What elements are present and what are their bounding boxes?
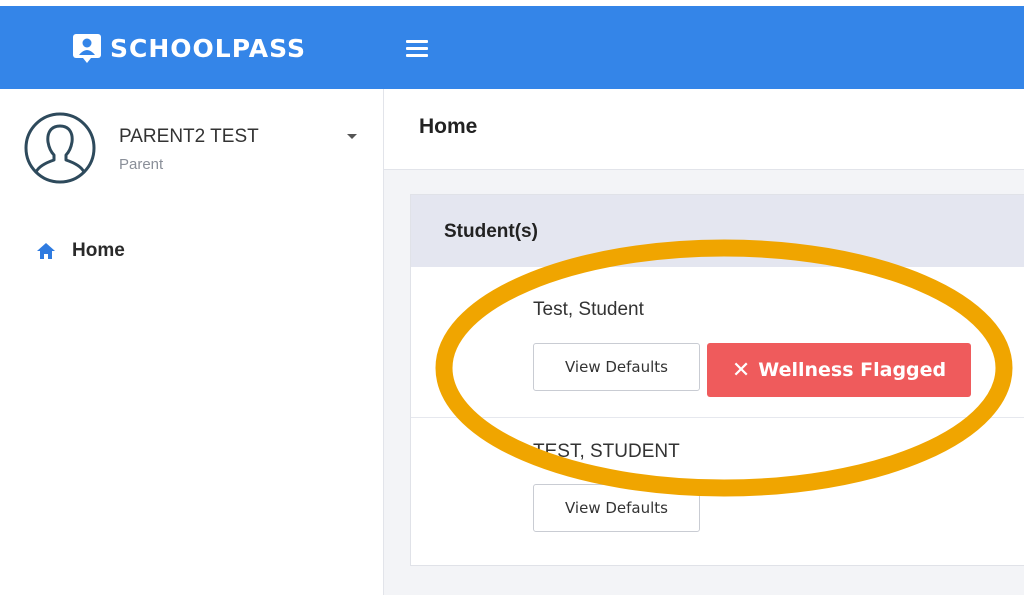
sidebar-item-label: Home: [72, 240, 125, 261]
card-header: Student(s): [411, 195, 1024, 267]
page-title: Home: [419, 115, 478, 138]
student-row: TEST, STUDENT View Defaults: [411, 417, 1024, 567]
user-menu-caret-icon[interactable]: [347, 134, 357, 139]
user-name: PARENT2 TEST: [119, 126, 259, 147]
view-defaults-button[interactable]: View Defaults: [533, 484, 700, 532]
view-defaults-button[interactable]: View Defaults: [533, 343, 700, 391]
sidebar-item-home[interactable]: Home: [36, 237, 125, 265]
wellness-flagged-button[interactable]: ✕ Wellness Flagged: [707, 343, 971, 397]
student-name: Test, Student: [533, 299, 644, 320]
id-badge-icon: [73, 34, 101, 63]
main-content: Student(s) Test, Student View Defaults ✕…: [384, 170, 1024, 595]
students-card: Student(s) Test, Student View Defaults ✕…: [410, 194, 1024, 566]
top-navbar: SCHOOLPASS: [0, 0, 1024, 89]
user-silhouette-icon: [24, 112, 96, 184]
brand[interactable]: SCHOOLPASS: [72, 30, 306, 66]
card-title: Student(s): [444, 221, 538, 242]
wellness-flagged-label: Wellness Flagged: [758, 359, 947, 381]
brand-name: SCHOOLPASS: [110, 33, 306, 63]
user-panel: PARENT2 TEST Parent: [24, 110, 364, 184]
user-role: Parent: [119, 156, 164, 173]
content-header: Home: [384, 89, 1024, 170]
sidebar: PARENT2 TEST Parent Home: [0, 89, 384, 595]
home-icon: [37, 243, 55, 259]
student-row: Test, Student View Defaults ✕ Wellness F…: [411, 267, 1024, 418]
student-name: TEST, STUDENT: [533, 441, 680, 462]
hamburger-menu-icon[interactable]: [404, 36, 436, 64]
close-x-icon: ✕: [731, 357, 751, 383]
